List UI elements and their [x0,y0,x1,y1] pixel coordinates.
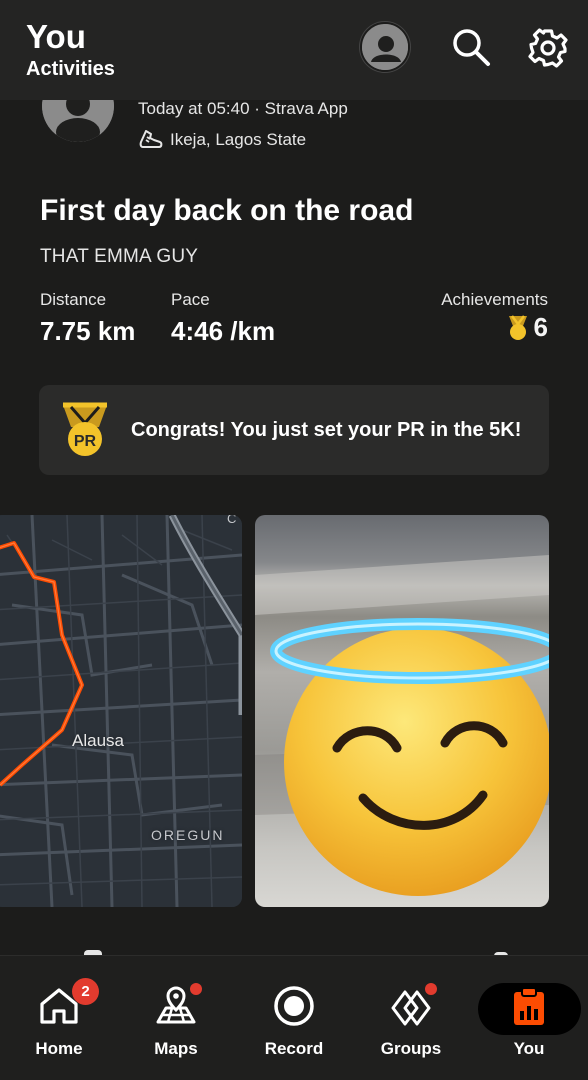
pr-medal-icon: PR [63,402,107,456]
activity-photo[interactable] [255,515,549,907]
nav-maps-label: Maps [154,1039,198,1058]
smiling-halo-emoji [255,555,549,896]
gear-icon[interactable] [526,26,570,70]
you-icon [514,987,544,1025]
bottom-nav: 2 Home Maps Record Groups You [0,955,588,1080]
activity-time: Today at 05:40 · Strava App [138,99,348,118]
page-title: You [26,18,86,55]
map-edge-label: C [227,515,237,526]
pace-label: Pace [171,290,210,309]
run-shoe-icon [139,130,163,148]
nav-home-label: Home [35,1039,83,1058]
search-icon[interactable] [450,26,492,68]
nav-record[interactable]: Record [239,956,349,1080]
maps-notification-dot [190,983,202,995]
achievements-count: 6 [506,312,548,343]
pace-value: 4:46 /km [171,316,276,346]
nav-record-label: Record [264,1039,324,1058]
location-label: Ikeja, Lagos State [170,130,307,149]
distance-label: Distance [40,290,107,309]
nav-maps[interactable]: Maps [121,956,231,1080]
route-map[interactable]: Alausa OREGUN C [0,515,242,907]
pr-medal-text: PR [74,433,97,450]
map-label-oregun: OREGUN [151,827,225,843]
activity-feed: Today at 05:40 · Strava App Ikeja, Lagos… [0,0,588,955]
medal-icon [508,314,527,340]
groups-notification-dot [425,983,437,995]
profile-avatar-button[interactable] [360,22,410,72]
nav-you[interactable]: You [474,956,584,1080]
avatar-icon [362,24,408,70]
activity-title[interactable]: First day back on the road [40,194,413,228]
nav-home[interactable]: 2 Home [4,956,114,1080]
map-label-alausa: Alausa [72,731,124,750]
athlete-name[interactable]: THAT EMMA GUY [40,246,198,268]
nav-groups-label: Groups [380,1039,442,1058]
nav-groups[interactable]: Groups [356,956,466,1080]
record-icon [274,986,314,1026]
pr-banner[interactable]: PR Congrats! You just set your PR in the… [39,385,549,475]
pr-message: Congrats! You just set your PR in the 5K… [131,419,522,441]
activity-location: Ikeja, Lagos State [138,128,306,152]
home-badge: 2 [72,978,99,1005]
page-subtitle[interactable]: Activities [26,58,115,81]
distance-value: 7.75 km [40,316,136,346]
top-bar: You Activities [0,0,588,100]
achievements-label: Achievements [441,290,548,309]
nav-you-label: You [513,1039,545,1058]
map-graphic [0,515,242,907]
achievements-value: 6 [533,312,548,342]
